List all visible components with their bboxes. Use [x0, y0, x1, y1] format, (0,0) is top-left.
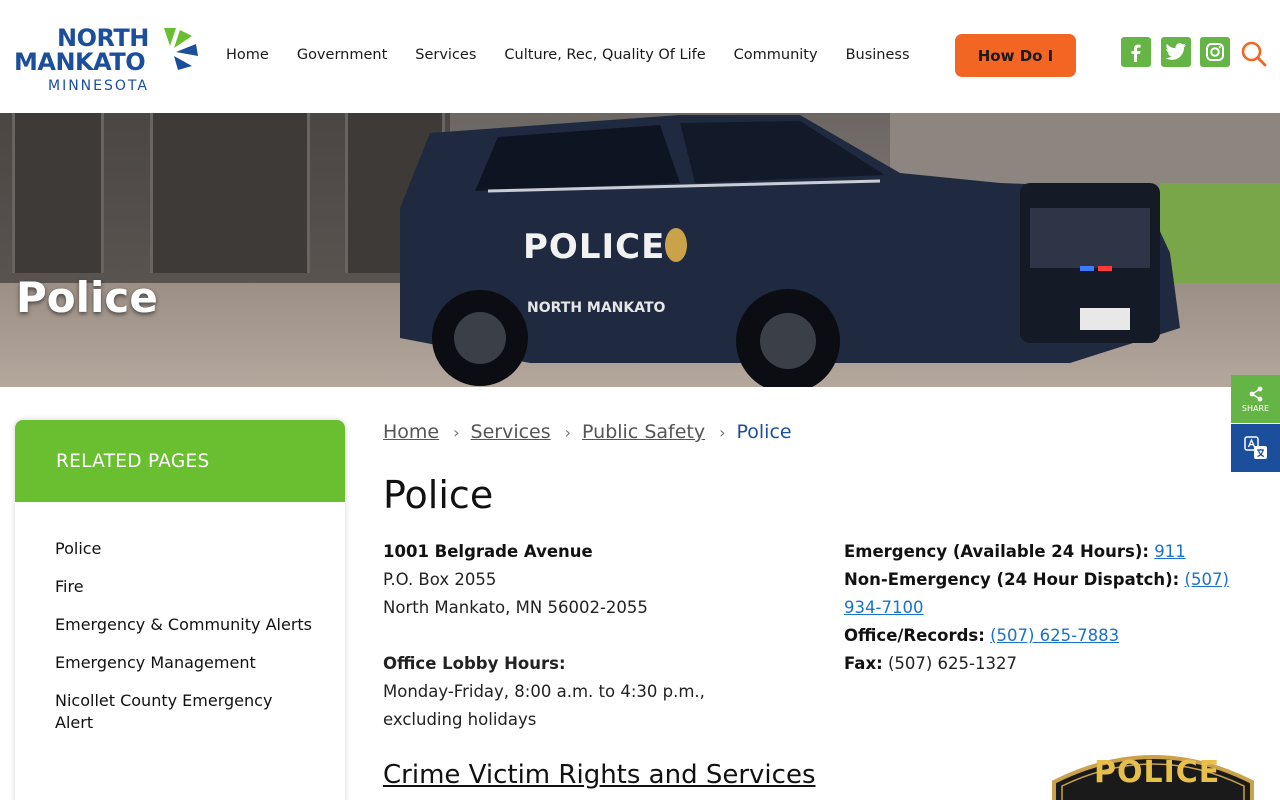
logo-line-mankato: MANKATO	[14, 48, 146, 76]
police-suv-image	[400, 115, 1180, 387]
garage-door	[150, 113, 310, 273]
nav-culture-rec[interactable]: Culture, Rec, Quality Of Life	[504, 47, 705, 63]
search-button[interactable]	[1240, 40, 1268, 68]
sidebar-heading: RELATED PAGES	[15, 420, 345, 502]
address-po-box: P.O. Box 2055	[383, 570, 497, 589]
facebook-icon	[1131, 44, 1141, 62]
emergency-label: Emergency (Available 24 Hours):	[844, 542, 1149, 561]
page-title: Police	[383, 473, 494, 517]
chevron-right-icon: ›	[564, 422, 572, 442]
facebook-link[interactable]	[1121, 37, 1151, 67]
sidebar-item-fire[interactable]: Fire	[55, 576, 315, 598]
logo-line-minnesota: MINNESOTA	[48, 78, 149, 94]
hours-value: Monday-Friday, 8:00 a.m. to 4:30 p.m., e…	[383, 682, 705, 729]
chevron-right-icon: ›	[453, 422, 460, 442]
address-street: 1001 Belgrade Avenue	[383, 542, 593, 561]
main-nav: Home Government Services Culture, Rec, Q…	[226, 36, 938, 74]
crime-victim-rights-heading[interactable]: Crime Victim Rights and Services	[383, 760, 816, 790]
car-north-mankato-lettering: NORTH MANKATO	[527, 300, 666, 316]
breadcrumb-public-safety[interactable]: Public Safety	[582, 421, 705, 443]
sidebar-item-emergency-management[interactable]: Emergency Management	[55, 652, 315, 674]
nav-community[interactable]: Community	[734, 47, 818, 63]
instagram-link[interactable]	[1200, 37, 1230, 67]
nav-home[interactable]: Home	[226, 47, 269, 63]
share-label: SHARE	[1241, 403, 1270, 413]
contacts-block: Emergency (Available 24 Hours): 911 Non-…	[844, 538, 1234, 678]
share-icon	[1249, 386, 1262, 401]
hero-banner: POLICE NORTH MANKATO Police	[0, 113, 1280, 387]
patch-police-text: POLICE	[1094, 755, 1221, 790]
related-pages-sidebar: RELATED PAGES Police Fire Emergency & Co…	[15, 420, 345, 800]
sidebar-item-emergency-community-alerts[interactable]: Emergency & Community Alerts	[55, 614, 315, 636]
hero-title: Police	[16, 273, 158, 322]
fax-value: (507) 625-1327	[887, 654, 1017, 673]
twitter-link[interactable]	[1161, 37, 1191, 67]
nonemergency-label: Non-Emergency (24 Hour Dispatch):	[844, 570, 1180, 589]
sidebar-item-police[interactable]: Police	[55, 538, 315, 560]
sidebar-item-nicollet-county-alert[interactable]: Nicollet County Emergency Alert	[55, 690, 315, 734]
nav-government[interactable]: Government	[297, 47, 387, 63]
breadcrumb-current: Police	[736, 421, 792, 443]
logo-mark-icon	[164, 28, 198, 70]
address-block: 1001 Belgrade Avenue P.O. Box 2055 North…	[383, 538, 803, 622]
breadcrumb-home[interactable]: Home	[383, 421, 439, 443]
twitter-icon	[1165, 43, 1187, 60]
site-header: NORTH MANKATO MINNESOTA Home Government …	[0, 0, 1280, 113]
chevron-right-icon: ›	[719, 422, 726, 442]
hours-label: Office Lobby Hours:	[383, 654, 566, 673]
emergency-phone-link[interactable]: 911	[1154, 542, 1186, 561]
breadcrumb-services[interactable]: Services	[471, 421, 551, 443]
nav-business[interactable]: Business	[846, 47, 910, 63]
search-icon	[1241, 41, 1267, 67]
nav-services[interactable]: Services	[415, 47, 476, 63]
translate-icon	[1243, 436, 1267, 459]
how-do-i-button[interactable]: How Do I	[955, 34, 1076, 77]
related-pages-list: Police Fire Emergency & Community Alerts…	[15, 502, 345, 734]
car-police-lettering: POLICE	[523, 227, 666, 267]
breadcrumb: Home › Services › Public Safety › Police	[383, 421, 792, 443]
address-city: North Mankato, MN 56002-2055	[383, 598, 648, 617]
translate-tab[interactable]	[1231, 424, 1280, 472]
share-tab[interactable]: SHARE	[1231, 375, 1280, 423]
garage-door	[12, 113, 104, 273]
fax-label: Fax:	[844, 654, 883, 673]
instagram-icon	[1206, 43, 1224, 61]
office-records-phone-link[interactable]: (507) 625-7883	[990, 626, 1119, 645]
office-hours: Office Lobby Hours: Monday-Friday, 8:00 …	[383, 650, 803, 734]
site-logo[interactable]: NORTH MANKATO MINNESOTA	[14, 24, 204, 96]
office-records-label: Office/Records:	[844, 626, 985, 645]
